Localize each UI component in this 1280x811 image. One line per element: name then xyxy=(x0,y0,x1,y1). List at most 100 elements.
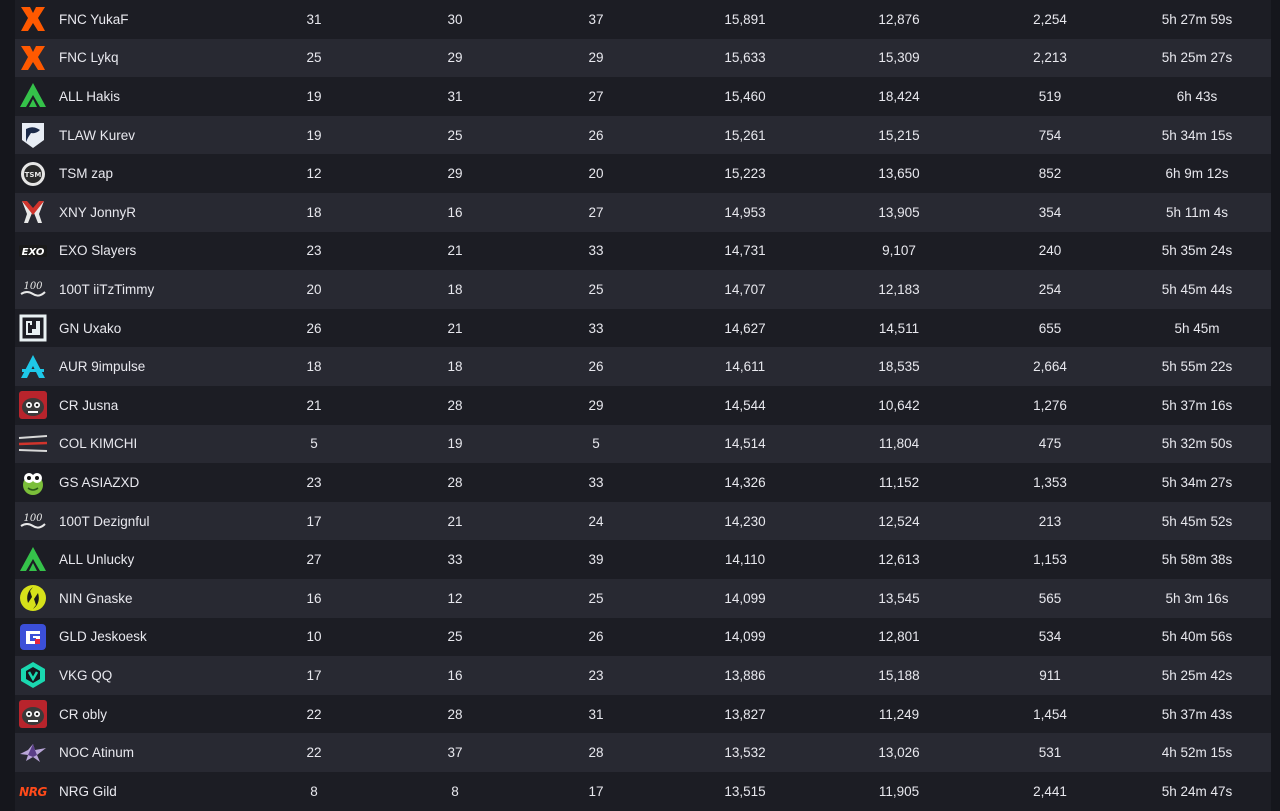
stat-cell: 29 xyxy=(588,50,604,66)
stat-cell: 14,099 xyxy=(724,629,766,645)
stat-cell: 5h 27m 59s xyxy=(1161,11,1233,27)
table-row[interactable]: TLAW Kurev 19 25 26 15,261 15,215 754 5h 34m 15… xyxy=(15,115,1271,155)
stat-cell: 14,544 xyxy=(724,397,766,413)
stat-cell: 28 xyxy=(447,706,463,722)
stat-cell: 10 xyxy=(306,629,322,645)
stat-cell: 911 xyxy=(1039,667,1061,683)
stat-cell: 16 xyxy=(447,667,463,683)
table-row[interactable]: FNC YukaF 31 30 37 15,891 12,876 2,254 5h 27m 5… xyxy=(15,0,1271,39)
player-name[interactable]: 100T Dezignful xyxy=(59,502,150,541)
player-name[interactable]: NOC Atinum xyxy=(59,733,134,772)
table-row[interactable]: GLD Jeskoesk 10 25 26 14,099 12,801 534 5h 40m … xyxy=(15,617,1271,657)
player-name[interactable]: CR Jusna xyxy=(59,386,118,425)
stat-cell: 5h 34m 27s xyxy=(1161,474,1233,490)
stat-cell: 26 xyxy=(588,629,604,645)
table-row[interactable]: 100 100T iiTzTimmy 20 18 25 14,707 12,183 254 5h… xyxy=(15,270,1271,309)
xny-logo xyxy=(15,193,51,232)
stat-cell: 27 xyxy=(588,88,604,104)
player-name[interactable]: GLD Jeskoesk xyxy=(59,618,147,657)
leaderboard-table: FNC YukaF 31 30 37 15,891 12,876 2,254 5h 27m 5… xyxy=(15,0,1271,811)
table-row[interactable]: XNY JonnyR 18 16 27 14,953 13,905 354 5h 11m 4s xyxy=(15,193,1271,232)
player-name[interactable]: EXO Slayers xyxy=(59,232,136,271)
stat-cell: 852 xyxy=(1038,166,1062,182)
stat-cell: 28 xyxy=(447,397,463,413)
stat-cell: 5h 32m 50s xyxy=(1161,436,1233,452)
svg-text:TSM: TSM xyxy=(25,171,42,179)
table-row[interactable]: GN Uxako 26 21 33 14,627 14,511 655 5h 45m xyxy=(15,308,1271,348)
player-name[interactable]: AUR 9impulse xyxy=(59,347,145,386)
player-name[interactable]: ALL Unlucky xyxy=(59,540,134,579)
stat-cell: 19 xyxy=(306,88,322,104)
stat-cell: 29 xyxy=(447,166,463,182)
stat-cell: 15,215 xyxy=(878,127,920,143)
table-row[interactable]: FNC Lykq 25 29 29 15,633 15,309 2,213 5h 25m 27… xyxy=(15,38,1271,78)
nrg-logo-text: NRG xyxy=(19,785,47,799)
player-name[interactable]: GN Uxako xyxy=(59,309,121,348)
table-row[interactable]: NRG NRG Gild 8 8 17 13,515 11,905 2,441 5h 24m 4… xyxy=(15,772,1271,811)
player-name[interactable]: GS ASIAZXD xyxy=(59,463,139,502)
player-name[interactable]: COL KIMCHI xyxy=(59,425,137,464)
stat-cell: 11,249 xyxy=(878,706,920,722)
stat-cell: 13,650 xyxy=(878,166,920,182)
100t-logo: 100 xyxy=(15,270,51,309)
table-row[interactable]: VKG QQ 17 16 23 13,886 15,188 911 5h 25m 42s xyxy=(15,656,1271,695)
stat-cell: 5h 24m 47s xyxy=(1161,783,1233,799)
table-row[interactable]: NOC Atinum 22 37 28 13,532 13,026 531 4h 52m 15… xyxy=(15,733,1271,772)
table-row[interactable]: ALL Unlucky 27 33 39 14,110 12,613 1,153 5h 58m… xyxy=(15,540,1271,579)
table-row[interactable]: COL KIMCHI 5 19 5 14,514 11,804 475 5h 32m 50s xyxy=(15,424,1271,464)
player-name[interactable]: FNC Lykq xyxy=(59,39,119,78)
table-row[interactable]: ALL Hakis 19 31 27 15,460 18,424 519 6h 43s xyxy=(15,77,1271,116)
stat-cell: 1,353 xyxy=(1033,474,1067,490)
stat-cell: 15,891 xyxy=(724,11,766,27)
fnatic-logo xyxy=(15,0,51,39)
stat-cell: 12 xyxy=(447,590,463,606)
player-name[interactable]: XNY JonnyR xyxy=(59,193,136,232)
stat-cell: 5h 35m 24s xyxy=(1161,243,1233,259)
stat-cell: 22 xyxy=(306,745,322,761)
stat-cell: 6h 43s xyxy=(1176,88,1218,104)
stat-cell: 11,152 xyxy=(878,474,920,490)
stat-cell: 13,515 xyxy=(724,783,766,799)
stat-cell: 12 xyxy=(306,166,322,182)
table-row[interactable]: TSM TSM zap 12 29 20 15,223 13,650 852 6h 9m 12s xyxy=(15,154,1271,193)
player-name[interactable]: NIN Gnaske xyxy=(59,579,133,618)
table-row[interactable]: AUR 9impulse 18 18 26 14,611 18,535 2,664 5h 55… xyxy=(15,347,1271,386)
stat-cell: 12,801 xyxy=(878,629,920,645)
stat-cell: 5h 40m 56s xyxy=(1161,629,1233,645)
player-name[interactable]: CR obly xyxy=(59,695,107,734)
stat-cell: 33 xyxy=(588,474,604,490)
stat-cell: 15,188 xyxy=(878,667,920,683)
player-name[interactable]: TSM zap xyxy=(59,154,113,193)
table-row[interactable]: CR obly 22 28 31 13,827 11,249 1,454 5h 37m 43s xyxy=(15,694,1271,734)
vkg-logo xyxy=(15,656,51,695)
stat-cell: 655 xyxy=(1038,320,1062,336)
table-row[interactable]: 100 100T Dezignful 17 21 24 14,230 12,524 213 5h… xyxy=(15,501,1271,541)
stat-cell: 22 xyxy=(306,706,322,722)
stat-cell: 15,633 xyxy=(724,50,766,66)
stat-cell: 531 xyxy=(1038,745,1062,761)
stat-cell: 14,953 xyxy=(724,204,766,220)
player-name[interactable]: 100T iiTzTimmy xyxy=(59,270,154,309)
nrg-logo: NRG xyxy=(15,772,51,811)
stat-cell: 13,545 xyxy=(878,590,920,606)
table-row[interactable]: EXO EXO Slayers 23 21 33 14,731 9,107 240 5h 35m… xyxy=(15,231,1271,271)
stat-cell: 31 xyxy=(588,706,604,722)
stat-cell: 26 xyxy=(588,127,604,143)
player-name[interactable]: ALL Hakis xyxy=(59,77,120,116)
player-name[interactable]: FNC YukaF xyxy=(59,0,129,39)
col-logo xyxy=(15,425,51,464)
player-name[interactable]: NRG Gild xyxy=(59,772,117,811)
table-row[interactable]: CR Jusna 21 28 29 14,544 10,642 1,276 5h 37m 16… xyxy=(15,386,1271,425)
stat-cell: 354 xyxy=(1038,204,1062,220)
player-name[interactable]: TLAW Kurev xyxy=(59,116,135,155)
table-row[interactable]: NIN Gnaske 16 12 25 14,099 13,545 565 5h 3m 16s xyxy=(15,579,1271,618)
stat-cell: 20 xyxy=(588,166,604,182)
table-row[interactable]: GS ASIAZXD 23 28 33 14,326 11,152 1,353 5h 34m … xyxy=(15,463,1271,502)
alliance-logo xyxy=(15,77,51,116)
stat-cell: 14,099 xyxy=(724,590,766,606)
100t-logo-text: 100 xyxy=(23,513,43,524)
stat-cell: 12,524 xyxy=(878,513,920,529)
player-name[interactable]: VKG QQ xyxy=(59,656,112,695)
stat-cell: 18 xyxy=(306,204,322,220)
gld-logo xyxy=(15,618,51,657)
